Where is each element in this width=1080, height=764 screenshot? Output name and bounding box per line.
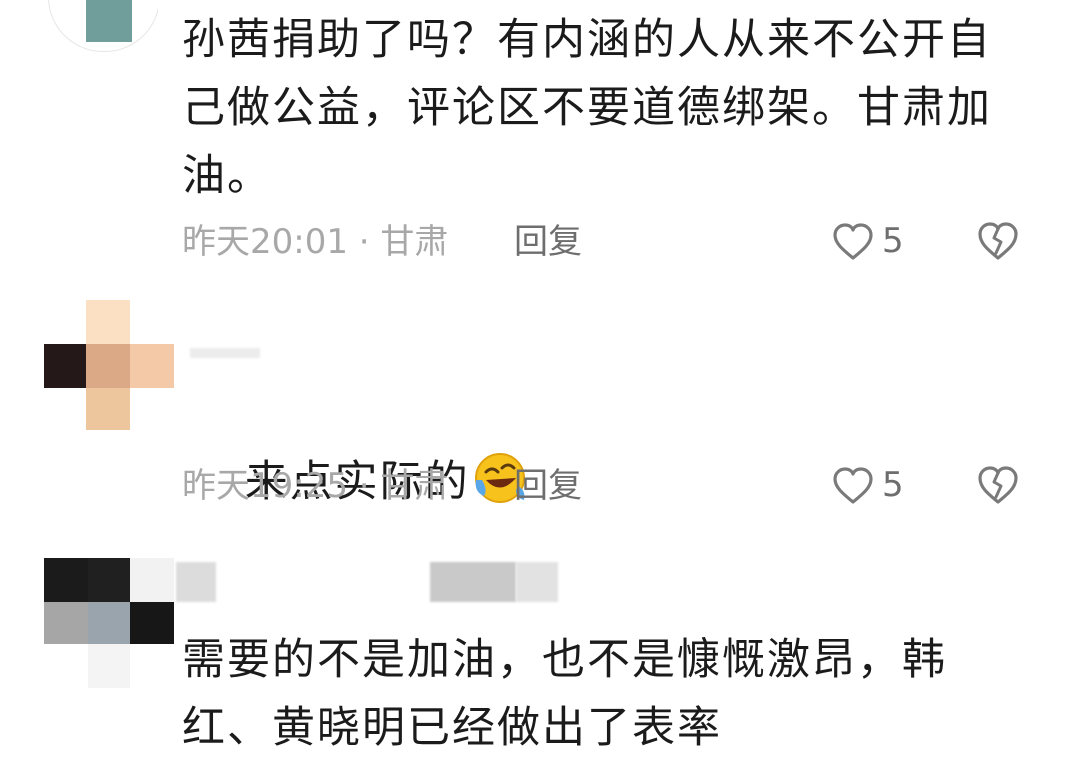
like-count: 5	[882, 221, 904, 261]
avatar-pixel	[44, 344, 86, 388]
comment-meta: 昨天19:25 · 甘肃	[182, 466, 449, 506]
username-blurred	[516, 562, 558, 602]
avatar-pixel	[88, 558, 130, 602]
username-blurred	[190, 348, 260, 358]
avatar-pixel	[88, 602, 130, 644]
dislike-button[interactable]	[976, 464, 1020, 508]
avatar-pixel	[86, 388, 130, 430]
comment-item: 来点实际的 昨天19:25 · 甘肃 回复 5	[0, 290, 1080, 540]
avatar-pixel	[44, 602, 88, 644]
avatar-pixel	[86, 300, 130, 344]
reply-button[interactable]: 回复	[514, 466, 582, 506]
dislike-button[interactable]	[976, 220, 1020, 264]
broken-heart-outline-icon	[978, 466, 1018, 504]
avatar-pixel	[88, 644, 130, 688]
like-button[interactable]: 5	[832, 464, 922, 508]
avatar[interactable]	[48, 0, 158, 60]
username-blurred	[430, 562, 516, 602]
comment-meta: 昨天20:01 · 甘肃	[182, 222, 449, 262]
avatar-pixel	[130, 602, 174, 644]
avatar[interactable]	[44, 300, 174, 430]
avatar-pixel	[44, 558, 88, 602]
heart-outline-icon	[833, 467, 873, 504]
username-blurred	[176, 562, 216, 602]
reply-button[interactable]: 回复	[514, 222, 582, 262]
avatar[interactable]	[44, 558, 174, 688]
heart-outline-icon	[833, 223, 873, 260]
comment-item: 需要的不是加油，也不是慷慨激昂，韩红、黄晓明已经做出了表率	[0, 540, 1080, 764]
like-count: 5	[882, 465, 904, 505]
avatar-pixel	[130, 344, 174, 388]
comment-text: 孙茜捐助了吗？有内涵的人从来不公开自己做公益，评论区不要道德绑架。甘肃加油。	[182, 15, 992, 201]
like-button[interactable]: 5	[832, 220, 922, 264]
avatar-pixel	[86, 0, 132, 42]
avatar-pixel	[86, 344, 130, 388]
broken-heart-outline-icon	[978, 222, 1018, 260]
avatar-pixel	[130, 558, 174, 602]
comment-text: 需要的不是加油，也不是慷慨激昂，韩红、黄晓明已经做出了表率	[182, 635, 947, 753]
comment-item: 孙茜捐助了吗？有内涵的人从来不公开自己做公益，评论区不要道德绑架。甘肃加油。 昨…	[0, 0, 1080, 290]
